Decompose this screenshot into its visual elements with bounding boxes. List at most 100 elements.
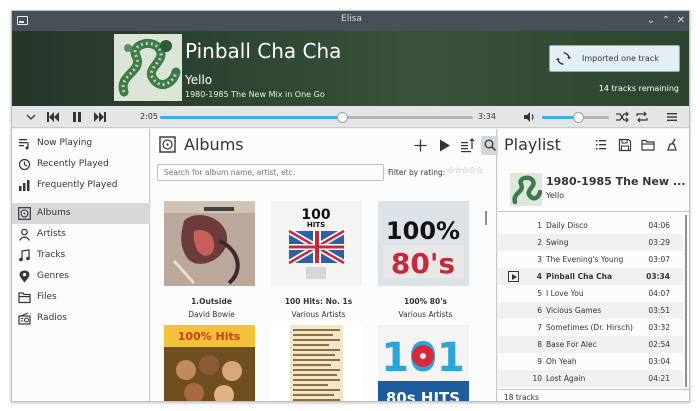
album-artist[interactable]: Various Artists: [378, 310, 473, 319]
play-icon[interactable]: [435, 136, 454, 155]
sidebar-item-label: Albums: [37, 208, 71, 218]
albums-icon: [159, 136, 176, 153]
album-search-input[interactable]: [157, 164, 384, 181]
track-number: 5: [537, 289, 542, 298]
seek-slider[interactable]: [160, 112, 473, 123]
sidebar-item-tracks[interactable]: Tracks: [12, 245, 150, 266]
album-artist[interactable]: Various Artists: [271, 310, 366, 319]
title-bar: Elisa ⌄ ⌃ ✕: [12, 11, 689, 31]
playlist-track[interactable]: 5 I Love You 04:07: [498, 285, 683, 302]
track-duration: 04:07: [648, 289, 670, 298]
track-number: 1: [537, 221, 542, 230]
seek-slider-handle[interactable]: [336, 112, 348, 123]
playlist-track[interactable]: 1 Daily Disco 04:06: [498, 217, 683, 234]
volume-icon[interactable]: [522, 110, 536, 124]
playlist-track[interactable]: 6 Vicious Games 03:51: [498, 302, 683, 319]
album-art: 100% Hits: [164, 325, 255, 401]
album-cover: [510, 173, 542, 206]
svg-text:HITS: HITS: [307, 221, 325, 229]
playlist-track[interactable]: 3 The Evening's Young 03:07: [498, 251, 683, 268]
song-artist[interactable]: Yello: [185, 73, 212, 87]
svg-text:80s HITS: 80s HITS: [386, 389, 460, 402]
album-art: 101 80s HITS: [378, 325, 469, 402]
pause-icon[interactable]: [70, 110, 84, 124]
volume-slider-handle[interactable]: [572, 112, 584, 123]
chevron-down-icon[interactable]: [24, 110, 38, 124]
total-time: 3:34: [478, 112, 496, 121]
previous-track-icon[interactable]: [46, 110, 60, 124]
song-album[interactable]: 1980-1985 The New Mix in One Go: [185, 90, 325, 99]
playlist-track[interactable]: 2 Swing 03:29: [498, 234, 683, 251]
track-title: Lost Again: [546, 374, 586, 383]
filter-by-rating-label: Filter by rating:: [388, 168, 446, 177]
sidebar-item-label: Recently Played: [37, 159, 109, 169]
track-duration: 03:29: [648, 238, 670, 247]
sidebar-item-recently-played[interactable]: Recently Played: [12, 154, 150, 175]
song-title: Pinball Cha Cha: [185, 39, 342, 63]
track-title: Daily Disco: [546, 221, 588, 230]
playlist-panel: Playlist 1980-1985 The New ... Yello 1 D…: [498, 129, 689, 401]
sort-icon[interactable]: [458, 136, 477, 155]
rating-filter-stars[interactable]: ☆☆☆☆☆: [447, 166, 483, 176]
playlist-track[interactable]: 7 Sometimes (Dr. Hirsch) 03:32: [498, 319, 683, 336]
track-number: 3: [537, 255, 542, 264]
playlist-album-title: 1980-1985 The New ...: [546, 175, 686, 188]
track-duration: 04:06: [648, 221, 670, 230]
seek-slider-fill: [160, 116, 343, 119]
load-playlist-icon[interactable]: [641, 138, 655, 152]
album-art: 100 HITS: [271, 201, 362, 286]
track-duration: 03:04: [648, 357, 670, 366]
save-playlist-icon[interactable]: [618, 138, 632, 152]
sidebar-item-label: Genres: [37, 271, 69, 281]
track-title: Swing: [546, 238, 569, 247]
tracks-remaining: 14 tracks remaining: [598, 84, 679, 93]
playlist-track[interactable]: 9 Oh Yeah 03:04: [498, 353, 683, 370]
shuffle-icon[interactable]: [615, 110, 629, 124]
sidebar-item-label: Now Playing: [37, 138, 93, 148]
artists-icon: [19, 228, 30, 241]
track-number: 6: [537, 306, 542, 315]
window-title: Elisa: [341, 14, 362, 24]
sidebar-item-now-playing[interactable]: Now Playing: [12, 133, 150, 154]
playlist-track-current[interactable]: 4 Pinball Cha Cha 03:34: [498, 268, 683, 285]
notification-text: Imported one track: [582, 54, 659, 63]
albums-scrollbar[interactable]: [485, 211, 487, 225]
frequently-played-icon: [19, 180, 30, 191]
show-current-track-icon[interactable]: [594, 138, 608, 152]
minimize-button[interactable]: ⌄: [645, 14, 657, 27]
track-title: I Love You: [546, 289, 584, 298]
sidebar-item-artists[interactable]: Artists: [12, 224, 150, 245]
star-icon[interactable]: ☆: [475, 166, 483, 176]
album-artist[interactable]: David Bowie: [164, 310, 259, 319]
next-track-icon[interactable]: [93, 110, 107, 124]
menu-icon[interactable]: [665, 110, 679, 124]
repeat-icon[interactable]: [635, 110, 649, 124]
add-icon[interactable]: [411, 136, 430, 155]
playing-indicator-icon: [508, 271, 519, 282]
playlist-scrollbar[interactable]: [685, 215, 687, 387]
tracks-icon: [19, 249, 30, 262]
track-title: The Evening's Young: [546, 255, 624, 264]
playlist-track[interactable]: 10 Lost Again 04:21: [498, 370, 683, 387]
close-button[interactable]: ✕: [675, 14, 687, 27]
sidebar-item-label: Files: [37, 292, 57, 302]
track-title: Vicious Games: [546, 306, 602, 315]
now-playing-icon: [19, 139, 29, 150]
notification-toast[interactable]: Imported one track: [549, 45, 680, 72]
playlist-title: Playlist: [504, 135, 561, 154]
track-duration: 04:21: [648, 374, 670, 383]
radios-icon: [18, 312, 31, 325]
playlist-track[interactable]: 8 Base For Alec 02:54: [498, 336, 683, 353]
sidebar-item-radios[interactable]: Radios: [12, 308, 150, 329]
files-icon: [18, 292, 31, 304]
sidebar-item-label: Frequently Played: [37, 180, 118, 190]
sidebar-item-albums[interactable]: Albums: [12, 203, 150, 224]
volume-slider[interactable]: [542, 112, 609, 123]
sidebar-item-label: Artists: [37, 229, 66, 239]
sidebar-item-frequently-played[interactable]: Frequently Played: [12, 175, 150, 196]
track-duration: 03:32: [648, 323, 670, 332]
sidebar-item-files[interactable]: Files: [12, 287, 150, 308]
maximize-button[interactable]: ⌃: [660, 14, 672, 27]
sidebar-item-genres[interactable]: Genres: [12, 266, 150, 287]
clear-playlist-icon[interactable]: [665, 138, 679, 152]
